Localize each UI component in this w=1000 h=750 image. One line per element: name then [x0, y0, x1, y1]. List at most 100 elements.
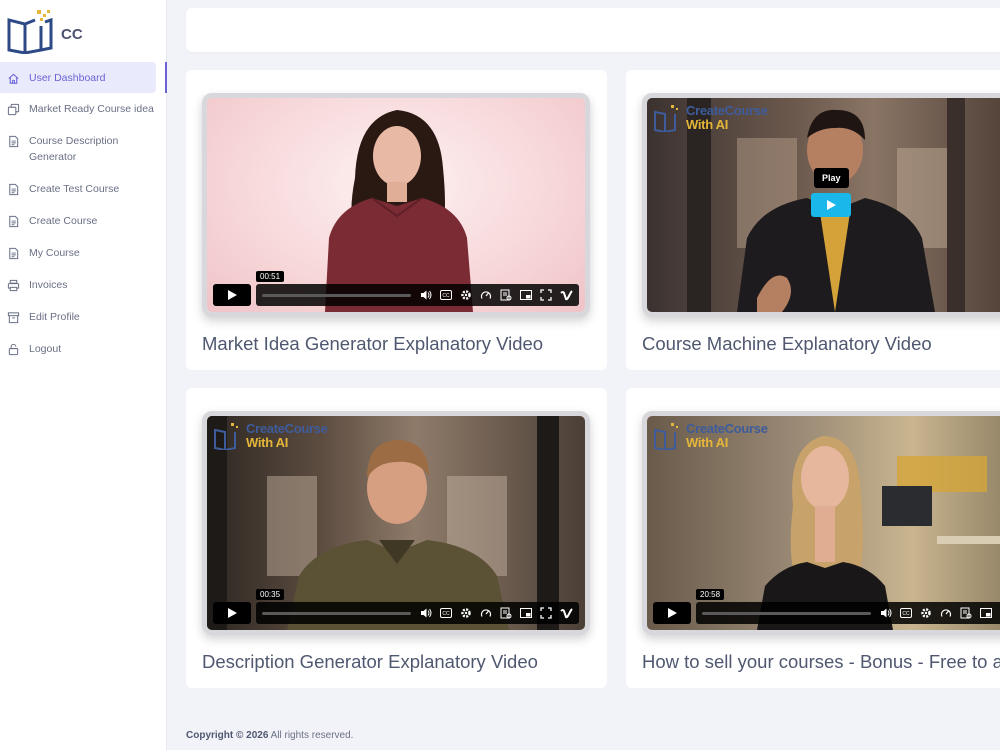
document-icon: [9, 215, 19, 228]
sidebar-item-label: Logout: [29, 343, 62, 355]
brand-line1: CreateCourse: [686, 421, 768, 436]
book-logo-icon: [214, 423, 238, 450]
control-bar: 00:51 CC: [256, 271, 579, 306]
document-icon: [9, 135, 19, 148]
captions-icon[interactable]: CC: [439, 288, 453, 302]
volume-icon[interactable]: [419, 606, 433, 620]
video-title: Description Generator Explanatory Video: [202, 651, 538, 672]
sidebar-item-my-course[interactable]: My Course: [0, 245, 167, 261]
play-button[interactable]: [213, 284, 251, 306]
volume-icon[interactable]: [879, 606, 893, 620]
video-brand-logo: CreateCourse With AI: [213, 422, 328, 450]
video-brand-logo: CreateCourse With AI: [653, 422, 768, 450]
video-time: 00:51: [256, 271, 285, 282]
video-time: 20:58: [696, 589, 725, 600]
app-logo[interactable]: CC: [7, 8, 83, 54]
captions-icon[interactable]: CC: [439, 606, 453, 620]
video-title: Course Machine Explanatory Video: [642, 333, 932, 354]
home-icon: [8, 73, 19, 84]
settings-gear-icon[interactable]: [459, 606, 473, 620]
logo-text: CC: [61, 25, 83, 43]
video-card: 00:51 CC Market Idea Generator Explanato…: [186, 70, 607, 370]
printer-icon: [7, 279, 20, 292]
progress-bar[interactable]: [702, 611, 871, 615]
settings-gear-icon[interactable]: [919, 606, 933, 620]
copyright-text: Copyright © 2026: [186, 730, 269, 741]
speed-icon[interactable]: [939, 606, 953, 620]
brand-with: With: [686, 435, 716, 450]
sidebar-item-create-course[interactable]: Create Course: [0, 213, 167, 229]
pip-icon[interactable]: [519, 606, 533, 620]
archive-icon: [7, 312, 20, 324]
sidebar-item-label: Create Test Course: [29, 183, 120, 195]
captions-icon[interactable]: CC: [899, 606, 913, 620]
fullscreen-icon[interactable]: [539, 288, 553, 302]
video-player[interactable]: CreateCourse With AI 20:58 CC: [642, 411, 1000, 635]
sidebar-item-course-description-generator[interactable]: Course Description Generator: [0, 133, 167, 165]
brand-ai: AI: [715, 435, 729, 450]
video-brand-logo: CreateCourse With AI: [653, 104, 768, 132]
video-title: Market Idea Generator Explanatory Video: [202, 333, 544, 354]
settings-gear-icon[interactable]: [459, 288, 473, 302]
video-time: 00:35: [256, 589, 285, 600]
sidebar-item-edit-profile[interactable]: Edit Profile: [0, 309, 167, 325]
svg-text:CC: CC: [442, 611, 450, 617]
video-player[interactable]: 00:51 CC: [202, 93, 590, 317]
transcript-icon[interactable]: [959, 606, 973, 620]
control-bar: 00:35 CC: [256, 589, 579, 624]
sidebar-item-label: Market Ready Course idea: [29, 103, 154, 115]
play-button[interactable]: [213, 602, 251, 624]
sidebar-item-label: Create Course: [29, 215, 98, 227]
active-indicator: [165, 62, 167, 93]
svg-text:CC: CC: [902, 611, 910, 617]
transcript-icon[interactable]: [499, 606, 513, 620]
progress-bar[interactable]: [262, 293, 411, 297]
play-icon: [228, 608, 237, 618]
video-controls: 00:51 CC: [213, 271, 579, 306]
sidebar-item-logout[interactable]: Logout: [0, 341, 167, 357]
document-icon: [9, 183, 19, 196]
video-card: CreateCourse With AI 00:35 CC Descriptio…: [186, 388, 607, 688]
sidebar-item-invoices[interactable]: Invoices: [0, 277, 167, 293]
brand-line1: CreateCourse: [686, 103, 768, 118]
play-icon: [228, 290, 237, 300]
book-logo-icon: [654, 423, 678, 450]
pip-icon[interactable]: [519, 288, 533, 302]
top-bar: [186, 8, 1000, 52]
sidebar-item-label: Edit Profile: [29, 311, 80, 323]
rights-text: All rights reserved.: [268, 730, 354, 741]
brand-with: With: [686, 117, 716, 132]
sidebar-item-user-dashboard[interactable]: User Dashboard: [0, 62, 156, 93]
vimeo-icon[interactable]: [559, 606, 573, 620]
vimeo-icon[interactable]: [559, 288, 573, 302]
play-button[interactable]: [653, 602, 691, 624]
book-logo-icon: [654, 105, 678, 132]
brand-ai: AI: [275, 435, 289, 450]
control-bar: 20:58 CC: [696, 589, 1000, 624]
video-player[interactable]: CreateCourse With AI 00:35 CC: [202, 411, 590, 635]
progress-bar[interactable]: [262, 611, 411, 615]
sidebar-item-create-test-course[interactable]: Create Test Course: [0, 181, 167, 197]
pip-icon[interactable]: [979, 606, 993, 620]
play-tooltip: Play: [814, 168, 849, 188]
sidebar: CC User Dashboard Market Ready Course id…: [0, 0, 167, 750]
video-card: CreateCourse With AI 20:58 CC How to sel…: [626, 388, 1000, 688]
brand-line1: CreateCourse: [246, 421, 328, 436]
sidebar-item-label: Course Description Generator: [29, 135, 119, 163]
brand-with: With: [246, 435, 276, 450]
svg-text:CC: CC: [442, 293, 450, 299]
play-icon: [668, 608, 677, 618]
video-player[interactable]: CreateCourse With AI Play: [642, 93, 1000, 317]
footer: Copyright © 2026 All rights reserved.: [186, 730, 353, 741]
lock-icon: [8, 343, 19, 356]
video-controls: 00:35 CC: [213, 589, 579, 624]
fullscreen-icon[interactable]: [539, 606, 553, 620]
speed-icon[interactable]: [479, 288, 493, 302]
video-controls: 20:58 CC: [653, 589, 1000, 624]
speed-icon[interactable]: [479, 606, 493, 620]
big-play-button[interactable]: [811, 193, 851, 217]
transcript-icon[interactable]: [499, 288, 513, 302]
sidebar-item-label: My Course: [29, 247, 80, 259]
sidebar-item-market-ready-course-idea[interactable]: Market Ready Course idea: [0, 101, 167, 117]
volume-icon[interactable]: [419, 288, 433, 302]
